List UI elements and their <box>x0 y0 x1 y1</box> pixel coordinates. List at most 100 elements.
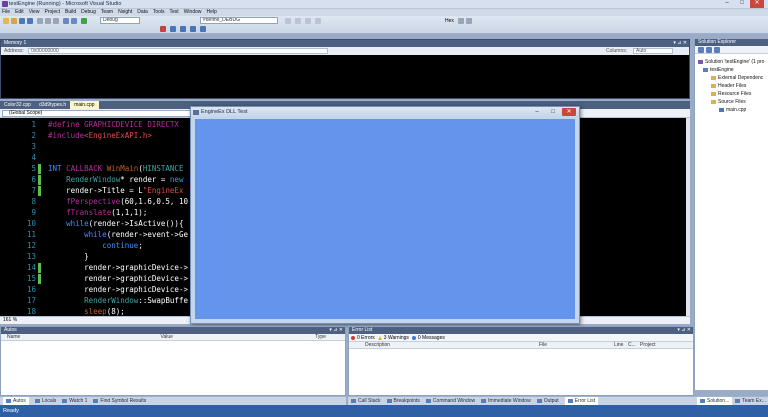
tab-command-window[interactable]: Command Window <box>425 397 475 405</box>
tab-output[interactable]: Output <box>536 397 559 405</box>
code-line[interactable]: while(render->IsActive()){ <box>48 219 183 228</box>
column-value[interactable]: Value <box>161 334 316 340</box>
code-line[interactable]: while(render->event->Ge <box>48 230 188 239</box>
step-over-icon[interactable] <box>190 26 196 32</box>
properties-icon[interactable] <box>698 47 704 53</box>
cut-icon[interactable] <box>37 18 43 24</box>
address-input[interactable]: 0x00000000 <box>28 47 329 54</box>
column-name[interactable]: Name <box>1 334 161 340</box>
tree-item-main-cpp[interactable]: main.cpp <box>719 107 746 113</box>
panel-pin-close-icons[interactable]: ▾ ⊿ ✕ <box>677 327 691 334</box>
column-line[interactable]: Line <box>614 342 628 348</box>
warnings-filter[interactable]: 3 Warnings <box>377 334 409 341</box>
maximize-button[interactable]: □ <box>735 0 749 8</box>
code-line[interactable]: #define GRAPHICDEVICE DIRECTX <box>48 120 179 129</box>
menu-build[interactable]: Build <box>65 9 76 16</box>
continue-icon[interactable] <box>81 18 87 24</box>
dialog-minimize-button[interactable]: – <box>530 108 544 116</box>
code-line[interactable]: continue; <box>48 241 143 250</box>
code-line[interactable]: render->Title = L"EngineEx <box>48 186 183 195</box>
panel-pin-close-icons[interactable]: ▾ ⊿ ✕ <box>329 327 343 334</box>
tab-watch-1[interactable]: Watch 1 <box>62 397 87 405</box>
threads-icon[interactable] <box>458 18 464 24</box>
tab-d3d9types-h[interactable]: d3d9types.h <box>35 101 70 109</box>
restart-icon[interactable] <box>170 26 176 32</box>
menu-file[interactable]: File <box>2 9 10 16</box>
code-line[interactable]: RenderWindow::SwapBuffe <box>48 296 188 305</box>
object-browser-icon[interactable] <box>315 18 321 24</box>
tree-item-header-files[interactable]: Header Files <box>711 83 746 89</box>
menu-edit[interactable]: Edit <box>15 9 24 16</box>
tab-locals[interactable]: Locals <box>34 397 56 405</box>
column-column[interactable]: C... <box>628 342 640 348</box>
errors-filter[interactable]: 0 Errors <box>351 334 375 341</box>
code-line[interactable]: #include<EngineExAPI.h> <box>48 131 152 140</box>
code-line[interactable]: RenderWindow* render = new <box>48 175 183 184</box>
define-combo[interactable]: #define_DEBUG <box>200 17 278 24</box>
column-type[interactable]: Type <box>315 334 345 340</box>
messages-filter[interactable]: 0 Messages <box>411 334 445 341</box>
menu-project[interactable]: Project <box>44 9 60 16</box>
hex-toggle[interactable]: Hex <box>445 18 454 24</box>
code-line[interactable]: render->graphicDevice-> <box>48 263 188 272</box>
dialog-close-button[interactable]: ✕ <box>562 108 576 116</box>
tab-autos[interactable]: Autos <box>3 397 29 405</box>
menu-team[interactable]: Team <box>101 9 113 16</box>
code-line[interactable]: INT CALLBACK WinMain(HINSTANCE <box>48 164 183 173</box>
menu-tools[interactable]: Tools <box>153 9 165 16</box>
find-icon[interactable] <box>285 18 291 24</box>
menu-view[interactable]: View <box>29 9 40 16</box>
menu-data[interactable]: Data <box>137 9 148 16</box>
code-line[interactable]: fTranslate(1,1,1); <box>48 208 147 217</box>
properties-icon[interactable] <box>295 18 301 24</box>
tree-item-testengine[interactable]: testEngine <box>703 67 734 73</box>
stop-debugging-icon[interactable] <box>160 26 166 32</box>
code-line[interactable]: sleep(8); <box>48 307 125 316</box>
solution-config-combo[interactable]: Debug <box>100 17 140 24</box>
tab-solution[interactable]: Solution... <box>697 397 733 405</box>
tab-team-ex[interactable]: Team Ex... <box>735 397 766 405</box>
zoom-level[interactable]: 161 % <box>3 317 17 323</box>
tree-item-external-dependenc[interactable]: External Dependenc <box>711 75 763 81</box>
menu-nsight[interactable]: Nsight <box>118 9 132 16</box>
tab-color32-cpp[interactable]: Color32.cpp <box>0 101 35 109</box>
new-project-icon[interactable] <box>3 18 9 24</box>
tab-error-list[interactable]: Error List <box>564 397 598 405</box>
copy-icon[interactable] <box>45 18 51 24</box>
menu-window[interactable]: Window <box>184 9 202 16</box>
redo-icon[interactable] <box>71 18 77 24</box>
tab-main-cpp[interactable]: main.cpp <box>70 101 99 109</box>
minimize-button[interactable]: – <box>720 0 734 8</box>
columns-select[interactable]: Auto <box>633 48 673 54</box>
render-surface[interactable] <box>195 119 575 319</box>
column-file[interactable]: File <box>539 342 614 348</box>
open-file-icon[interactable] <box>11 18 17 24</box>
menu-help[interactable]: Help <box>207 9 217 16</box>
refresh-icon[interactable] <box>714 47 720 53</box>
tree-item-solution-testengine-1-pro[interactable]: Solution 'testEngine' (1 pro <box>698 59 764 65</box>
modules-icon[interactable] <box>466 18 472 24</box>
menu-debug[interactable]: Debug <box>81 9 96 16</box>
editor-scrollbar[interactable] <box>686 118 690 316</box>
tab-breakpoints[interactable]: Breakpoints <box>386 397 420 405</box>
show-all-files-icon[interactable] <box>706 47 712 53</box>
close-button[interactable]: ✕ <box>750 0 764 8</box>
tab-immediate-window[interactable]: Immediate Window <box>481 397 531 405</box>
undo-icon[interactable] <box>63 18 69 24</box>
step-into-icon[interactable] <box>180 26 186 32</box>
menu-test[interactable]: Test <box>170 9 179 16</box>
code-line[interactable]: render->graphicDevice-> <box>48 285 188 294</box>
tree-item-resource-files[interactable]: Resource Files <box>711 91 751 97</box>
code-line[interactable]: } <box>48 252 89 261</box>
tree-item-source-files[interactable]: Source Files <box>711 99 746 105</box>
save-icon[interactable] <box>19 18 25 24</box>
code-line[interactable]: fPerspective(60,1.6,0.5, 10 <box>48 197 188 206</box>
tab-call-stack[interactable]: Call Stack <box>351 397 381 405</box>
paste-icon[interactable] <box>53 18 59 24</box>
dialog-maximize-button[interactable]: □ <box>546 108 560 116</box>
tab-find-symbol-results[interactable]: Find Symbol Results <box>93 397 146 405</box>
column-project[interactable]: Project <box>640 342 680 348</box>
scope-dropdown[interactable]: (Global Scope) <box>2 110 192 117</box>
save-all-icon[interactable] <box>27 18 33 24</box>
toolbox-icon[interactable] <box>305 18 311 24</box>
